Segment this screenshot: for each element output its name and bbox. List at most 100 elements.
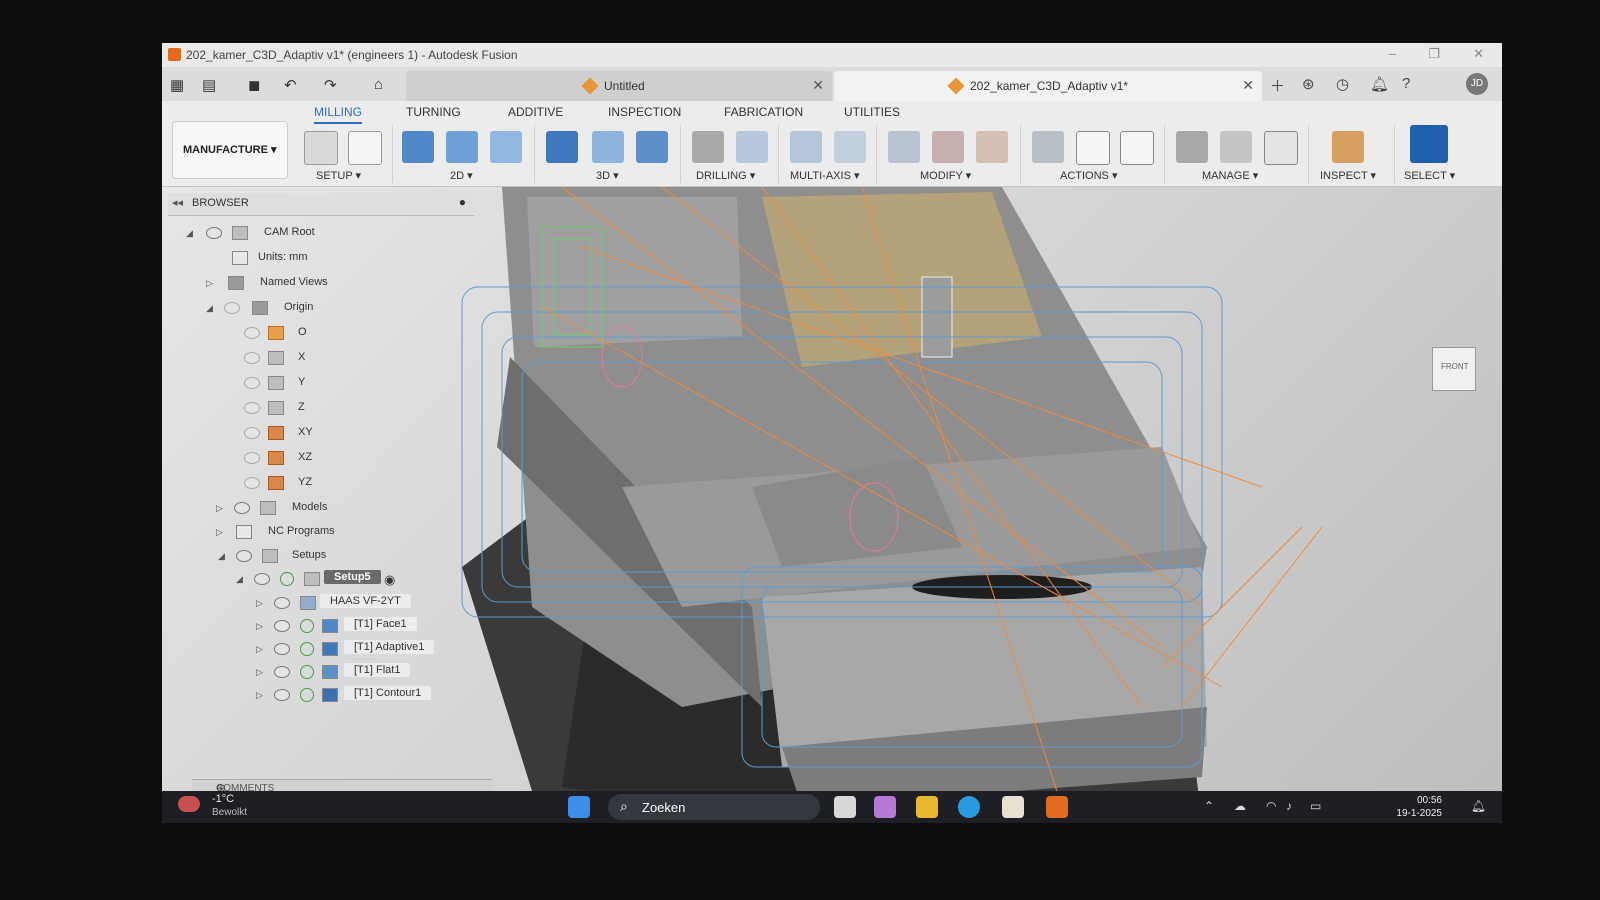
simulate-icon[interactable] [1032, 131, 1064, 163]
help-icon[interactable]: ? [1402, 75, 1410, 92]
visibility-eye-icon[interactable] [254, 573, 270, 585]
maximize-button[interactable]: ❐ [1428, 46, 1440, 62]
expand-arrow-icon[interactable]: ▷ [206, 278, 213, 289]
adaptive-2d-icon[interactable] [446, 131, 478, 163]
tab-active-document[interactable]: 202_kamer_C3D_Adaptiv v1* ✕ [834, 71, 1262, 101]
close-tab-icon[interactable]: ✕ [1242, 77, 1254, 94]
expand-arrow-icon[interactable]: ▷ [216, 503, 223, 514]
hidden-eye-icon[interactable] [244, 427, 260, 439]
expand-arrow-icon[interactable]: ◢ [218, 551, 225, 562]
tab-inspection[interactable]: INSPECTION [608, 105, 681, 119]
windows-start-icon[interactable] [568, 796, 590, 818]
visibility-eye-icon[interactable] [274, 620, 290, 632]
group-select[interactable]: SELECT ▾ [1404, 169, 1455, 182]
expand-arrow-icon[interactable]: ▷ [256, 644, 263, 655]
group-modify[interactable]: MODIFY ▾ [920, 169, 971, 182]
group-actions[interactable]: ACTIONS ▾ [1060, 169, 1117, 182]
expand-arrow-icon[interactable]: ◢ [186, 228, 193, 239]
file-menu-icon[interactable]: ▤ [202, 76, 216, 94]
adaptive-3d-icon[interactable] [546, 131, 578, 163]
expand-arrow-icon[interactable]: ▷ [256, 598, 263, 609]
select-icon[interactable] [1410, 125, 1448, 163]
taskbar-search[interactable]: ⌕ Zoeken [608, 794, 820, 820]
active-setup-icon[interactable]: ◉ [384, 572, 395, 588]
expand-arrow-icon[interactable]: ▷ [256, 690, 263, 701]
system-clock[interactable]: 00:56 19-1-2025 [1396, 794, 1442, 820]
pocket-3d-icon[interactable] [592, 131, 624, 163]
undo-icon[interactable]: ↶ [284, 76, 297, 94]
post-process-icon[interactable] [1076, 131, 1110, 165]
graphics-viewport[interactable]: FRONT [162, 187, 1502, 823]
user-avatar[interactable]: JD [1466, 73, 1488, 95]
tab-utilities[interactable]: UTILITIES [844, 105, 900, 119]
tab-additive[interactable]: ADDITIVE [508, 105, 563, 119]
group-drilling[interactable]: DRILLING ▾ [696, 169, 755, 182]
wifi-icon[interactable]: ◠ [1266, 799, 1276, 813]
close-button[interactable]: ✕ [1473, 46, 1484, 62]
expand-arrow-icon[interactable]: ▷ [256, 667, 263, 678]
copilot-icon[interactable] [874, 796, 896, 818]
drill-icon[interactable] [692, 131, 724, 163]
hole-recognition-icon[interactable] [736, 131, 768, 163]
visibility-eye-icon[interactable] [274, 597, 290, 609]
new-tab-icon[interactable]: ＋ [1270, 75, 1285, 96]
hidden-eye-icon[interactable] [224, 302, 240, 314]
expand-arrow-icon[interactable]: ▷ [256, 621, 263, 632]
machine-library-icon[interactable] [1220, 131, 1252, 163]
new-setup-icon[interactable] [304, 131, 338, 165]
workspace-switcher[interactable]: MANUFACTURE ▾ [172, 121, 288, 179]
volume-icon[interactable]: ♪ [1286, 799, 1292, 813]
battery-icon[interactable]: ▭ [1310, 799, 1321, 813]
group-2d[interactable]: 2D ▾ [450, 169, 473, 182]
notifications-icon[interactable]: 🔔︎ [1370, 75, 1389, 93]
hidden-eye-icon[interactable] [244, 452, 260, 464]
file-explorer-icon[interactable] [916, 796, 938, 818]
group-manage[interactable]: MANAGE ▾ [1202, 169, 1258, 182]
tab-milling[interactable]: MILLING [314, 105, 363, 124]
flat-3d-icon[interactable] [636, 131, 668, 163]
trim-icon[interactable] [888, 131, 920, 163]
multi-axis-contour-icon[interactable] [834, 131, 866, 163]
notification-bell-icon[interactable]: 🔔︎ [1471, 799, 1486, 813]
group-inspect[interactable]: INSPECT ▾ [1320, 169, 1376, 182]
group-3d[interactable]: 3D ▾ [596, 169, 619, 182]
post-library-icon[interactable] [1264, 131, 1298, 165]
face-2d-icon[interactable] [402, 131, 434, 163]
hidden-eye-icon[interactable] [244, 477, 260, 489]
swarf-icon[interactable] [790, 131, 822, 163]
home-icon[interactable]: ⌂ [374, 76, 383, 93]
store-icon[interactable] [1002, 796, 1024, 818]
group-multi-axis[interactable]: MULTI-AXIS ▾ [790, 169, 860, 182]
nc-program-icon[interactable] [348, 131, 382, 165]
redo-icon[interactable]: ↷ [324, 76, 337, 94]
grid-menu-icon[interactable]: ▦ [170, 76, 184, 94]
contour-2d-icon[interactable] [490, 131, 522, 163]
onedrive-icon[interactable]: ☁ [1234, 799, 1246, 813]
tool-library-icon[interactable] [1176, 131, 1208, 163]
minimize-button[interactable]: – [1389, 46, 1396, 61]
setup-sheet-icon[interactable] [1120, 131, 1154, 165]
fusion-taskbar-icon[interactable] [1046, 796, 1068, 818]
edge-browser-icon[interactable] [958, 796, 980, 818]
group-setup[interactable]: SETUP ▾ [316, 169, 361, 182]
tray-overflow-icon[interactable]: ⌃ [1204, 799, 1214, 813]
expand-arrow-icon[interactable]: ◢ [236, 574, 243, 585]
job-status-icon[interactable]: ◷ [1336, 75, 1349, 93]
measure-icon[interactable] [1332, 131, 1364, 163]
visibility-eye-icon[interactable] [274, 666, 290, 678]
tab-fabrication[interactable]: FABRICATION [724, 105, 803, 119]
tab-untitled[interactable]: Untitled ✕ [406, 71, 832, 101]
visibility-eye-icon[interactable] [274, 689, 290, 701]
browser-options-icon[interactable]: ● [459, 195, 466, 209]
delete-toolpath-icon[interactable] [932, 131, 964, 163]
tab-turning[interactable]: TURNING [406, 105, 461, 119]
visibility-eye-icon[interactable] [274, 643, 290, 655]
expand-arrow-icon[interactable]: ◢ [206, 303, 213, 314]
hidden-eye-icon[interactable] [244, 352, 260, 364]
pattern-icon[interactable] [976, 131, 1008, 163]
task-view-icon[interactable] [834, 796, 856, 818]
save-icon[interactable]: ◼ [248, 76, 260, 94]
visibility-eye-icon[interactable] [234, 502, 250, 514]
view-cube[interactable]: FRONT [1432, 347, 1476, 391]
close-tab-icon[interactable]: ✕ [812, 77, 824, 94]
